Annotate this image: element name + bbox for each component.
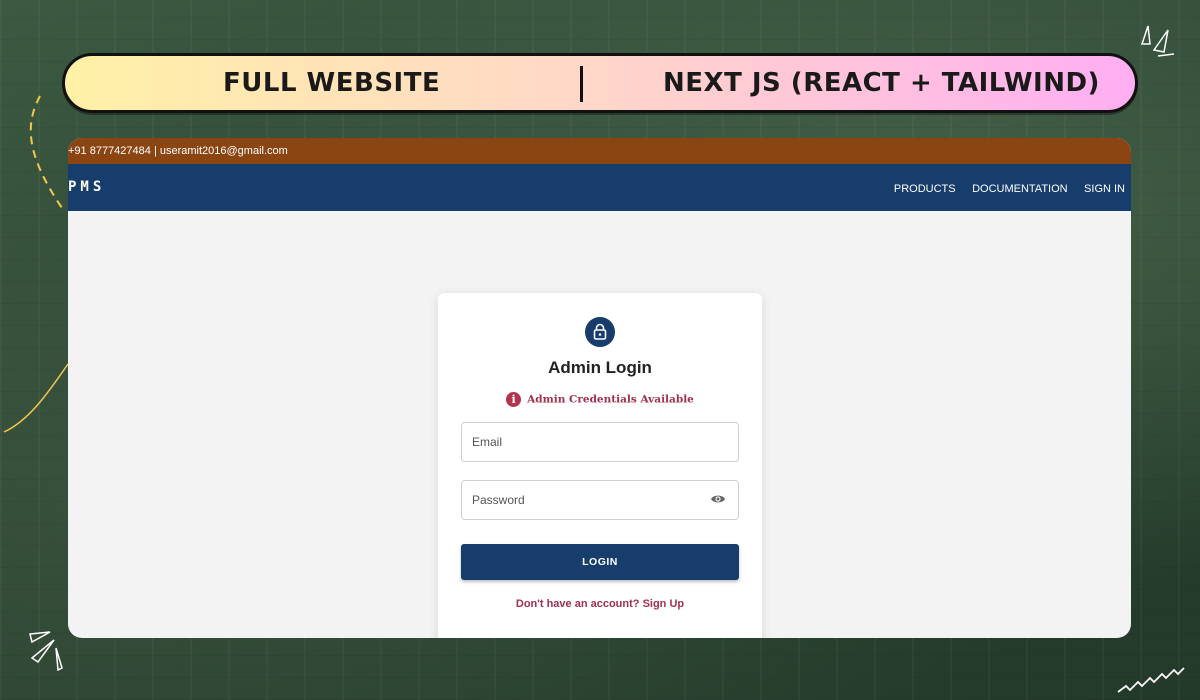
brand-logo[interactable]: PMS: [68, 164, 105, 211]
login-title: Admin Login: [548, 358, 652, 377]
info-icon: i: [506, 392, 522, 407]
banner-divider: [580, 66, 583, 102]
sparkle-doodle-bottom-left: [29, 631, 63, 672]
website-screenshot: +91 8777427484 | useramit2016@gmail.com …: [68, 138, 1131, 638]
banner-left-text: FULL WEBSITE: [223, 68, 441, 98]
credentials-notice-text: Admin Credentials Available: [527, 393, 694, 406]
signup-link[interactable]: Don't have an account? Sign Up: [438, 598, 762, 610]
eye-icon[interactable]: [710, 493, 726, 505]
nav-link-products[interactable]: PRODUCTS: [894, 183, 956, 195]
nav-link-documentation[interactable]: DOCUMENTATION: [972, 183, 1068, 195]
banner-right-text: NEXT JS (REACT + TAILWIND): [663, 68, 1100, 98]
lock-icon: [593, 323, 607, 340]
title-banner: FULL WEBSITE NEXT JS (REACT + TAILWIND): [62, 53, 1138, 113]
navbar: PMS PRODUCTS DOCUMENTATION SIGN IN: [68, 164, 1131, 211]
password-field[interactable]: [461, 480, 739, 520]
credentials-notice[interactable]: i Admin Credentials Available: [438, 392, 762, 407]
email-input[interactable]: [462, 423, 692, 461]
password-input[interactable]: [462, 481, 692, 519]
email-field[interactable]: [461, 422, 739, 462]
login-card: Admin Login i Admin Credentials Available…: [438, 293, 762, 638]
contact-info: +91 8777427484 | useramit2016@gmail.com: [68, 145, 288, 157]
nav-link-sign-in[interactable]: SIGN IN: [1084, 183, 1125, 195]
nav-links: PRODUCTS DOCUMENTATION SIGN IN: [882, 164, 1125, 213]
login-button[interactable]: LOGIN: [461, 544, 739, 580]
contact-topbar: +91 8777427484 | useramit2016@gmail.com: [68, 138, 1131, 164]
curve-doodle: [3, 363, 69, 433]
lock-avatar: [585, 317, 615, 347]
sparkle-doodle-top-right: [1140, 25, 1175, 57]
zigzag-doodle: [1117, 667, 1185, 693]
